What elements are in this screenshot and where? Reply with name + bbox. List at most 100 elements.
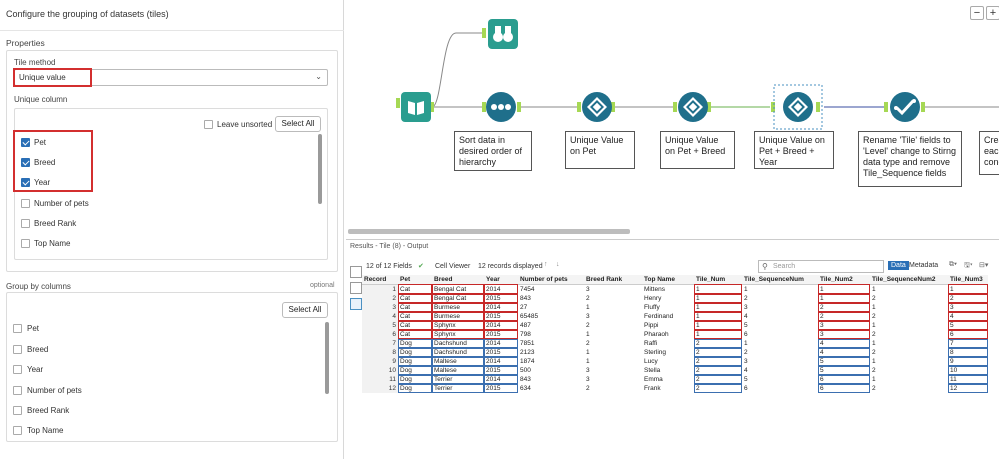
table-cell: Pharaoh	[644, 330, 669, 338]
column-header[interactable]: Tile_Num3	[948, 275, 988, 285]
table-cell: 1	[948, 284, 988, 294]
table-cell: 1	[872, 303, 876, 311]
table-cell: 6	[744, 384, 748, 392]
column-header[interactable]: Tile_SequenceNum2	[870, 275, 948, 285]
zoom-in-button[interactable]: +	[986, 6, 999, 20]
zoom-out-button[interactable]: −	[970, 6, 984, 20]
table-row[interactable]: 10 Dog Maltese 2015 500 3 Stella 2 4 5 2 10	[362, 365, 988, 375]
table-row[interactable]: 11 Dog Terrier 2014 843 3 Emma 2 5 6 1 11	[362, 374, 988, 384]
table-row[interactable]: 8 Dog Dachshund 2015 2123 1 Sterling 2 2 4 2 8	[362, 347, 988, 357]
tab-data[interactable]: Data	[888, 261, 909, 270]
table-view-icon[interactable]	[350, 266, 362, 278]
properties-title: Properties	[6, 38, 45, 48]
table-cell: 2	[818, 311, 870, 321]
table-cell: 5	[744, 321, 748, 329]
options-icon[interactable]: ⊟▾	[979, 261, 988, 269]
table-cell: 1874	[520, 357, 535, 365]
column-header[interactable]: Tile_SequenceNum	[742, 275, 818, 285]
table-cell: 1	[818, 284, 870, 294]
table-cell: Terrier	[432, 383, 484, 393]
scrollbar[interactable]	[325, 322, 329, 394]
column-header[interactable]: Pet	[398, 275, 432, 285]
table-row[interactable]: 4 Cat Burmese 2015 65485 3 Ferdinand 1 4 2 2 4	[362, 311, 988, 321]
checkbox-top-name[interactable]	[21, 239, 30, 248]
select-tool[interactable]	[889, 91, 921, 123]
table-row[interactable]: 3 Cat Burmese 2014 27 1 Fluffy 1 3 2 1 3	[362, 302, 988, 312]
table-cell: Maltese	[432, 356, 484, 366]
table-row[interactable]: 9 Dog Maltese 2014 1874 1 Lucy 2 3 5 1 9	[362, 356, 988, 366]
table-cell: Dog	[398, 356, 432, 366]
table-row[interactable]: 5 Cat Sphynx 2014 487 2 Pippi 1 5 3 1 5	[362, 320, 988, 330]
select-all-button[interactable]: Select All	[275, 116, 321, 132]
table-cell: 2015	[484, 347, 518, 357]
data-icon[interactable]	[350, 298, 362, 310]
group-checkbox-breed[interactable]	[13, 345, 22, 354]
sigma-icon[interactable]	[350, 282, 362, 294]
column-header[interactable]: Tile_Num	[694, 275, 742, 285]
group-checkbox-number-of-pets[interactable]	[13, 386, 22, 395]
save-icon[interactable]: 🖫▾	[964, 261, 973, 272]
tile-tool-2[interactable]	[677, 91, 709, 123]
group-checkbox-breed-rank[interactable]	[13, 406, 22, 415]
column-label-number-of-pets: Number of pets	[34, 199, 89, 208]
group-checkbox-year[interactable]	[13, 365, 22, 374]
table-row[interactable]: 1 Cat Bengal Cat 2014 7454 3 Mittens 1 1 1 1 1	[362, 284, 988, 294]
table-cell: 5	[818, 356, 870, 366]
sort-icon	[486, 92, 516, 122]
group-select-all-button[interactable]: Select All	[282, 302, 328, 318]
table-cell: 2015	[484, 383, 518, 393]
column-header[interactable]: Year	[484, 275, 518, 285]
search-input[interactable]: ⚲ Search	[758, 260, 884, 273]
column-header[interactable]: Breed Rank	[584, 275, 642, 285]
copy-icon[interactable]: ⧉▾	[949, 261, 957, 269]
table-row[interactable]: 6 Cat Sphynx 2015 798 1 Pharaoh 1 6 3 2 6	[362, 329, 988, 339]
fields-dropdown[interactable]: 12 of 12 Fields	[366, 263, 412, 270]
column-header[interactable]: Breed	[432, 275, 484, 285]
sort-tool[interactable]	[485, 91, 517, 123]
horizontal-scrollbar[interactable]	[348, 229, 630, 234]
column-header[interactable]: Tile_Num2	[818, 275, 870, 285]
leave-unsorted-checkbox[interactable]	[204, 120, 213, 129]
table-cell: 2	[694, 374, 742, 384]
group-checkbox-pet[interactable]	[13, 324, 22, 333]
table-cell: 2	[744, 348, 748, 356]
input-data-tool[interactable]	[400, 91, 432, 123]
column-header[interactable]: Record	[362, 275, 398, 285]
arrow-up-icon[interactable]: ↑	[544, 261, 548, 268]
optional-label: optional	[310, 282, 335, 289]
table-cell: 843	[520, 375, 531, 383]
column-header[interactable]: Number of pets	[518, 275, 584, 285]
table-cell: 2	[694, 347, 742, 357]
table-cell: 7851	[520, 339, 535, 347]
table-cell: 2123	[520, 348, 535, 356]
table-cell: Cat	[398, 284, 432, 294]
arrow-down-icon[interactable]: ↓	[556, 261, 560, 268]
checkbox-number-of-pets[interactable]	[21, 199, 30, 208]
column-header[interactable]: Top Name	[642, 275, 694, 285]
group-label-number-of-pets: Number of pets	[27, 386, 82, 395]
check-icon[interactable]: ✔	[418, 262, 424, 270]
group-by-label: Group by columns	[6, 282, 71, 291]
table-cell: Dog	[398, 383, 432, 393]
cell-viewer-dropdown[interactable]: Cell Viewer	[435, 263, 470, 270]
book-icon	[401, 92, 431, 122]
highlight-box	[13, 68, 92, 87]
browse-tool[interactable]	[487, 18, 519, 50]
table-cell: 4	[948, 311, 988, 321]
table-cell: 2	[694, 383, 742, 393]
table-cell: 10	[362, 365, 398, 375]
tile-tool-3[interactable]	[782, 91, 814, 123]
table-cell: Sphynx	[432, 320, 484, 330]
scrollbar[interactable]	[318, 134, 322, 204]
table-cell: 2	[872, 312, 876, 320]
table-cell: 12	[362, 383, 398, 393]
tab-metadata[interactable]: Metadata	[909, 262, 938, 269]
checkbox-breed-rank[interactable]	[21, 219, 30, 228]
tile-tool-1[interactable]	[581, 91, 613, 123]
group-checkbox-top-name[interactable]	[13, 426, 22, 435]
table-row[interactable]: 2 Cat Bengal Cat 2015 843 2 Henry 1 2 1 2 2	[362, 293, 988, 303]
table-row[interactable]: 12 Dog Terrier 2015 634 2 Frank 2 6 6 2 12	[362, 383, 988, 393]
table-row[interactable]: 7 Dog Dachshund 2014 7851 2 Raffi 2 1 4 1 7	[362, 338, 988, 348]
workflow-canvas[interactable]: Sort data in desired order of hierarchy …	[346, 0, 999, 236]
results-table[interactable]: Record Pet Breed Year Number of pets Breed Ra…	[362, 275, 988, 393]
